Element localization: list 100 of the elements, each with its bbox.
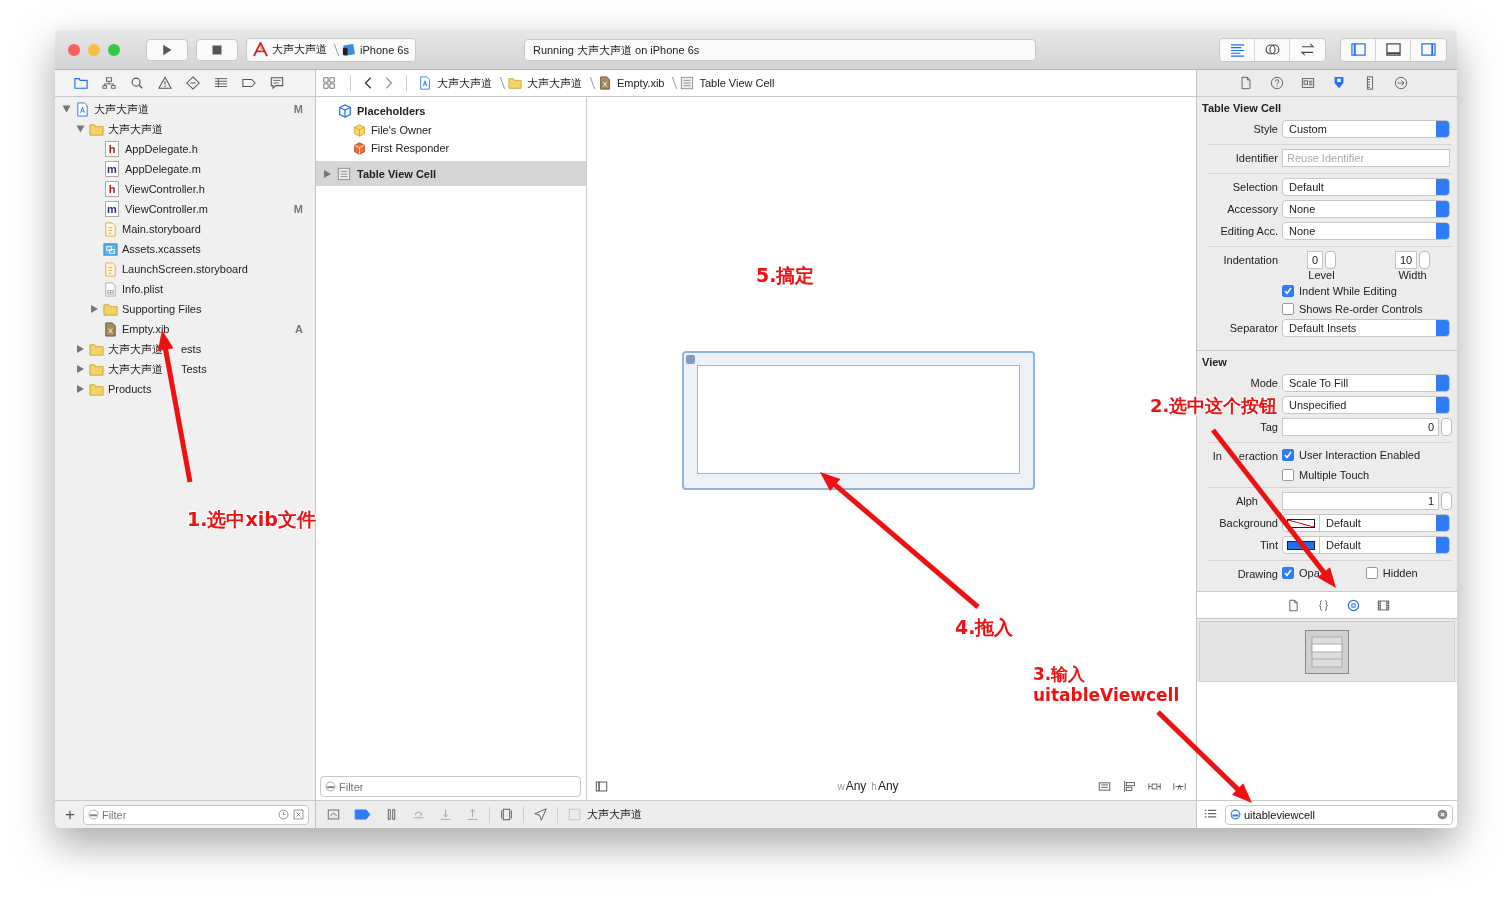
inspector-tab[interactable] bbox=[1301, 76, 1315, 90]
source-file-icon: h bbox=[105, 181, 119, 197]
navigator-tab[interactable] bbox=[74, 76, 88, 90]
file-tree-item[interactable]: 大声大声道 bbox=[108, 121, 163, 137]
navigator-tab[interactable] bbox=[130, 76, 144, 90]
align-icon[interactable] bbox=[1123, 779, 1136, 793]
breadcrumb-item[interactable]: 大声大声道 bbox=[437, 75, 492, 91]
file-tree-item[interactable]: AppDelegate.h bbox=[125, 143, 198, 155]
checkbox[interactable] bbox=[1282, 449, 1294, 461]
source-control-status: M bbox=[293, 103, 303, 115]
color-popup-button[interactable]: Default bbox=[1282, 536, 1450, 554]
checkbox[interactable] bbox=[1282, 303, 1294, 315]
number-field[interactable]: 1 bbox=[1282, 492, 1439, 510]
inspector-tab[interactable] bbox=[1332, 76, 1346, 90]
clock-icon[interactable] bbox=[278, 809, 289, 820]
library-tab[interactable] bbox=[1346, 598, 1360, 612]
popup-button[interactable]: Default bbox=[1282, 178, 1450, 196]
checkbox[interactable] bbox=[1365, 567, 1378, 579]
library-search-field[interactable]: uitableviewcell bbox=[1225, 804, 1453, 825]
navigator-tab[interactable] bbox=[186, 76, 200, 90]
navigator-tab[interactable] bbox=[102, 76, 116, 90]
view-hierarchy-icon[interactable] bbox=[500, 808, 513, 821]
outline-item[interactable]: First Responder bbox=[371, 142, 450, 154]
filter-field[interactable]: Filter bbox=[82, 804, 309, 825]
popup-button[interactable]: Custom bbox=[1282, 120, 1450, 138]
breakpoint-icon[interactable] bbox=[354, 809, 371, 820]
table-cell-drawing[interactable] bbox=[1305, 629, 1349, 674]
file-tree-item[interactable]: Main.storyboard bbox=[122, 223, 201, 235]
file-tree-item[interactable]: AppDelegate.m bbox=[125, 163, 201, 175]
file-tree-item[interactable]: LaunchScreen.storyboard bbox=[122, 263, 248, 275]
file-tree-item[interactable]: Assets.xcassets bbox=[122, 243, 201, 255]
console-toggle-icon[interactable] bbox=[327, 808, 340, 821]
disclosure-triangle[interactable] bbox=[324, 169, 331, 178]
file-tree-item[interactable]: Supporting Files bbox=[122, 303, 202, 315]
library-tab[interactable] bbox=[1286, 598, 1300, 612]
outline-item[interactable]: File's Owner bbox=[371, 124, 432, 136]
annotation-text: 3.输入 bbox=[1033, 663, 1086, 686]
file-tree-item[interactable]: Products bbox=[108, 383, 152, 395]
color-popup-button[interactable]: Default bbox=[1282, 514, 1450, 532]
text-lines-icon bbox=[1229, 42, 1245, 57]
breadcrumb-item[interactable]: 大声大声道 bbox=[527, 75, 582, 91]
step-into-icon[interactable] bbox=[439, 808, 452, 821]
navigator-tab[interactable] bbox=[214, 76, 228, 90]
inspector-tab[interactable] bbox=[1270, 76, 1284, 90]
breadcrumb-item[interactable]: Empty.xib bbox=[617, 77, 665, 89]
outline-row[interactable]: Table View Cell bbox=[316, 161, 586, 186]
number-field[interactable]: 0 bbox=[1282, 418, 1439, 436]
checkbox[interactable] bbox=[1282, 567, 1294, 579]
clear-icon[interactable] bbox=[1437, 809, 1448, 820]
number-field[interactable]: 0 bbox=[1306, 251, 1324, 269]
filter-field[interactable]: Filter bbox=[320, 776, 581, 797]
navigator-tab[interactable] bbox=[158, 76, 172, 90]
navigator-tab[interactable] bbox=[242, 76, 256, 90]
popup-button[interactable]: None bbox=[1282, 222, 1450, 240]
close-button[interactable] bbox=[68, 43, 80, 56]
sidebar-toggle-icon[interactable] bbox=[595, 779, 608, 793]
folder-icon bbox=[89, 381, 104, 397]
file-tree-item[interactable]: Tests bbox=[181, 363, 207, 375]
list-view-icon[interactable] bbox=[1204, 808, 1217, 821]
grid-icon[interactable] bbox=[322, 76, 336, 90]
inspector-tab[interactable] bbox=[1394, 76, 1408, 90]
embed-icon[interactable] bbox=[1098, 779, 1111, 793]
file-tree-item[interactable]: 大声大声道 bbox=[108, 361, 163, 377]
debug-target-label[interactable]: 大声大声道 bbox=[587, 807, 642, 822]
device-name[interactable]: iPhone 6s bbox=[360, 43, 409, 56]
popup-button[interactable]: Default Insets bbox=[1282, 319, 1450, 337]
step-out-icon[interactable] bbox=[466, 808, 479, 821]
popup-button[interactable]: Unspecified bbox=[1282, 396, 1450, 414]
number-field[interactable]: 10 bbox=[1394, 251, 1418, 269]
scheme-name[interactable]: 大声大声道 bbox=[272, 42, 327, 57]
play-icon bbox=[161, 43, 173, 56]
popup-button[interactable]: None bbox=[1282, 200, 1450, 218]
popup-button[interactable]: Scale To Fill bbox=[1282, 374, 1450, 392]
library-tab[interactable] bbox=[1316, 598, 1330, 612]
file-tree-item[interactable]: ViewController.m bbox=[125, 203, 208, 215]
size-class-label[interactable]: hAny bbox=[871, 779, 899, 793]
location-arrow-icon[interactable] bbox=[534, 808, 547, 821]
file-tree-item[interactable]: ests bbox=[181, 343, 202, 355]
breadcrumb-item[interactable]: Table View Cell bbox=[699, 77, 775, 89]
text-field[interactable]: Reuse Identifier bbox=[1282, 149, 1450, 167]
disclosure-triangle[interactable] bbox=[62, 105, 70, 113]
add-button[interactable]: + bbox=[63, 806, 77, 823]
inspector-tab[interactable] bbox=[1239, 76, 1253, 90]
checkbox[interactable] bbox=[1282, 469, 1294, 481]
scheme-selector[interactable]: 大声大声道 iPhone 6s bbox=[246, 37, 416, 62]
property-label: Style bbox=[1253, 122, 1278, 137]
storyboard-file-icon bbox=[103, 221, 118, 237]
library-tab[interactable] bbox=[1376, 598, 1390, 612]
size-class-label[interactable]: wAny bbox=[837, 779, 867, 793]
square-x-icon[interactable] bbox=[293, 809, 304, 820]
file-tree-item[interactable]: Info.plist bbox=[122, 283, 163, 295]
file-tree-item[interactable]: Empty.xib bbox=[122, 323, 170, 335]
navigator-tab[interactable] bbox=[270, 76, 284, 90]
table-view-cell[interactable] bbox=[682, 351, 1035, 490]
stop-button[interactable] bbox=[196, 38, 238, 61]
file-tree-item[interactable]: ViewController.h bbox=[125, 183, 205, 195]
pause-icon[interactable] bbox=[385, 808, 398, 821]
run-button[interactable] bbox=[146, 38, 188, 61]
checkbox[interactable] bbox=[1282, 285, 1294, 297]
file-tree-item[interactable]: 大声大声道 bbox=[94, 101, 149, 117]
